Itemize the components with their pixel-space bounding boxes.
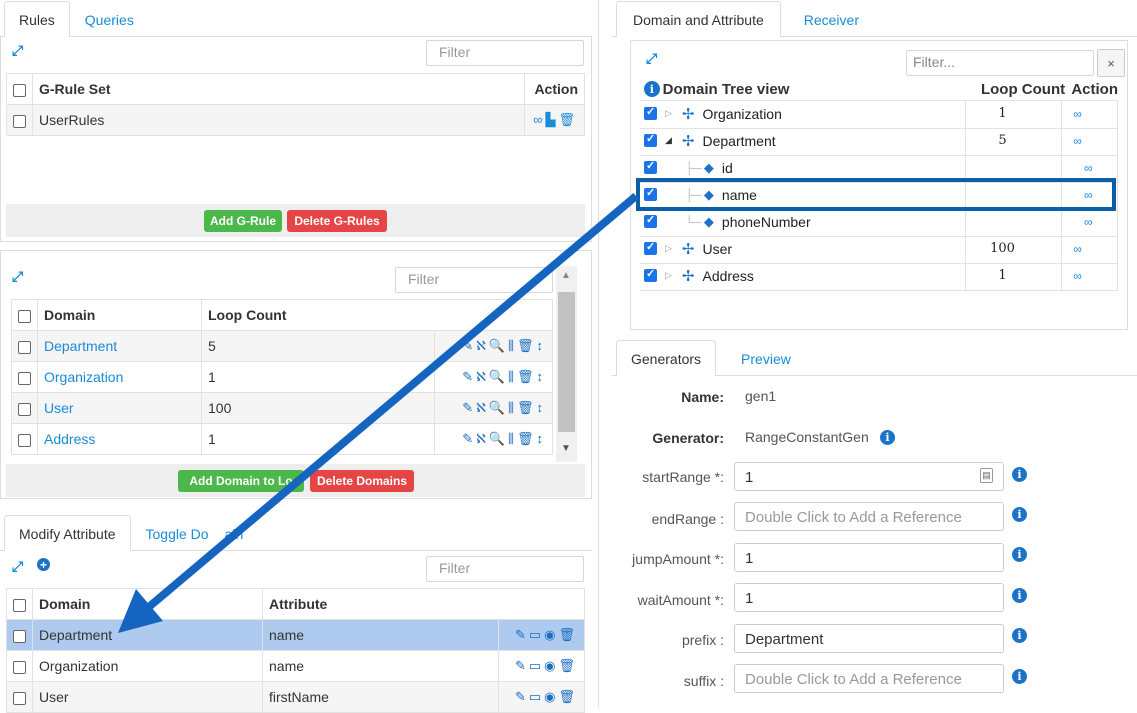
annotation-arrow bbox=[118, 192, 639, 633]
arrow-shaft bbox=[147, 192, 639, 610]
